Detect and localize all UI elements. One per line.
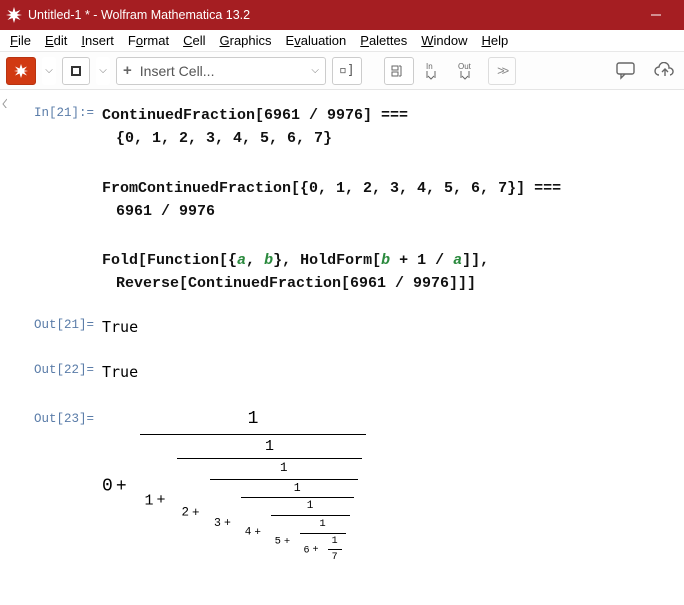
menu-format[interactable]: Format (122, 31, 175, 50)
cell-label-out22: Out[22]= (10, 361, 102, 384)
toolbar: ⌵ ⌵ + Insert Cell... ⌵ ▫] In Out >> (0, 52, 684, 90)
output-value: True (102, 361, 674, 384)
svg-text:In: In (426, 62, 433, 71)
code-line: ContinuedFraction[6961 / 9976] === (102, 104, 674, 127)
code-line: Reverse[ContinuedFraction[6961 / 9976]]] (102, 272, 674, 295)
abort-dropdown[interactable]: ⌵ (42, 57, 56, 85)
convert-to-input-button[interactable]: In (420, 57, 448, 85)
app-icon (6, 7, 22, 23)
chevron-down-icon: ⌵ (311, 65, 319, 76)
menu-edit[interactable]: Edit (39, 31, 73, 50)
cell-label-out21: Out[21]= (10, 316, 102, 339)
ungroup-button[interactable] (384, 57, 414, 85)
cell-insertion-caret[interactable] (2, 98, 7, 108)
cloud-upload-icon[interactable] (650, 57, 678, 85)
cell-group-button[interactable]: ▫] (332, 57, 362, 85)
menu-file[interactable]: File (4, 31, 37, 50)
plus-icon: + (123, 62, 132, 79)
chat-icon[interactable] (612, 57, 640, 85)
output-cell-21[interactable]: Out[21]= True (10, 316, 674, 339)
menu-help[interactable]: Help (476, 31, 515, 50)
code-line: FromContinuedFraction[{0, 1, 2, 3, 4, 5,… (102, 177, 674, 200)
svg-text:Out: Out (458, 62, 472, 71)
abort-evaluation-button[interactable] (6, 57, 36, 85)
insert-cell-combo[interactable]: + Insert Cell... ⌵ (116, 57, 326, 85)
menu-evaluation[interactable]: Evaluation (280, 31, 353, 50)
output-cell-23[interactable]: Out[23]= 0+ 1 1+ 1 2+ 1 (10, 406, 674, 566)
minimize-button[interactable] (634, 0, 678, 30)
continued-fraction-output: 0+ 1 1+ 1 2+ 1 3+ (102, 406, 674, 566)
output-value: True (102, 316, 674, 339)
stop-dropdown[interactable]: ⌵ (96, 57, 110, 85)
stop-button[interactable] (62, 57, 90, 85)
menu-bar: File Edit Insert Format Cell Graphics Ev… (0, 30, 684, 52)
input-cell-21[interactable]: In[21]:= ContinuedFraction[6961 / 9976] … (10, 104, 674, 310)
output-cell-22[interactable]: Out[22]= True (10, 361, 674, 384)
menu-window[interactable]: Window (415, 31, 473, 50)
title-bar: Untitled-1 * - Wolfram Mathematica 13.2 (0, 0, 684, 30)
code-line: 6961 / 9976 (102, 200, 674, 223)
insert-cell-label: Insert Cell... (140, 63, 304, 79)
notebook-area[interactable]: In[21]:= ContinuedFraction[6961 / 9976] … (0, 90, 684, 582)
convert-to-output-button[interactable]: Out (454, 57, 482, 85)
window-title: Untitled-1 * - Wolfram Mathematica 13.2 (28, 8, 250, 22)
menu-cell[interactable]: Cell (177, 31, 211, 50)
more-tools-button[interactable]: >> (488, 57, 516, 85)
menu-graphics[interactable]: Graphics (214, 31, 278, 50)
code-line: {0, 1, 2, 3, 4, 5, 6, 7} (102, 127, 674, 150)
menu-palettes[interactable]: Palettes (354, 31, 413, 50)
menu-insert[interactable]: Insert (75, 31, 120, 50)
cell-label-in21: In[21]:= (10, 104, 102, 310)
cell-label-out23: Out[23]= (10, 406, 102, 566)
code-line: Fold[Function[{a, b}, HoldForm[b + 1 / a… (102, 249, 674, 272)
